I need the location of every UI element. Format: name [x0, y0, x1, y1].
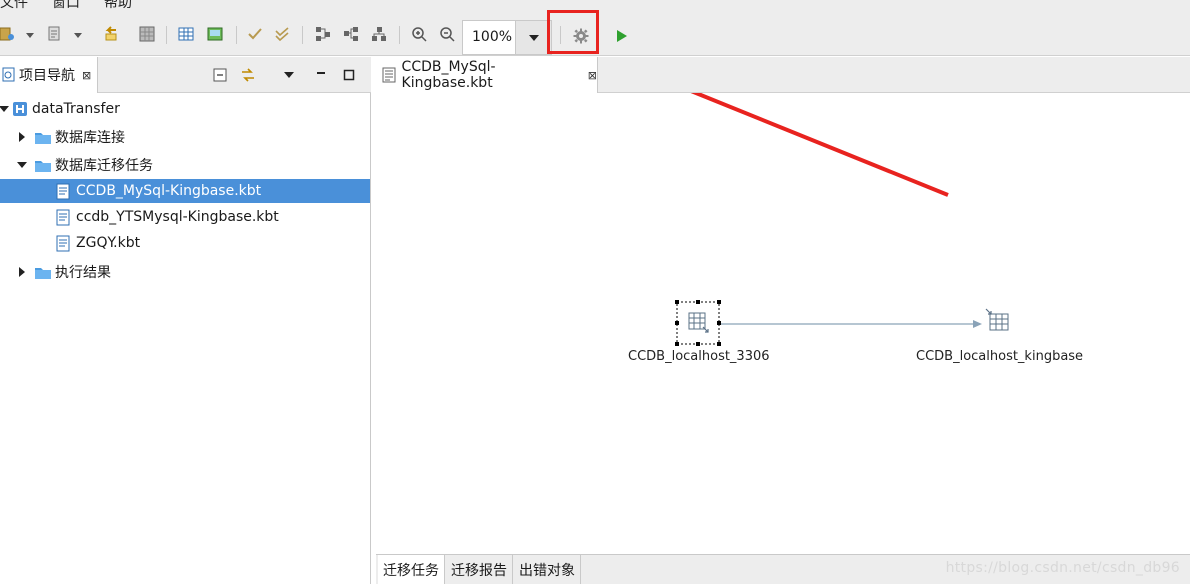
expand-arrow-icon[interactable] — [0, 106, 9, 112]
view-menu-icon[interactable] — [281, 67, 297, 83]
tab-migration-report[interactable]: 迁移报告 — [446, 555, 513, 584]
tab-project-navigator[interactable]: 项目导航 ⊠ — [0, 57, 98, 93]
watermark: https://blog.csdn.net/csdn_db96 — [945, 560, 1180, 576]
navigator-title: 项目导航 — [19, 68, 75, 84]
tree-item-zgqy[interactable]: ZGQY.kbt — [0, 231, 370, 255]
new-task-dropdown-icon[interactable] — [74, 33, 82, 38]
maximize-icon[interactable] — [341, 67, 357, 83]
folder-icon — [35, 161, 51, 172]
expand-arrow-icon[interactable] — [19, 267, 25, 277]
tree-item-datatransfer[interactable]: dataTransfer — [0, 97, 370, 121]
tree-item-label: 执行结果 — [55, 265, 111, 281]
highlight-box — [547, 10, 599, 54]
tree-item-results[interactable]: 执行结果 — [0, 260, 370, 284]
project-navigator-panel: 项目导航 ⊠ dataTransfer 数据库连接 数据库迁移任务 CCDB_M… — [0, 57, 371, 584]
project-icon — [13, 102, 27, 116]
close-icon[interactable]: ⊠ — [588, 69, 597, 82]
run-icon[interactable] — [612, 27, 630, 45]
tree-item-migration-tasks[interactable]: 数据库迁移任务 — [0, 153, 370, 177]
expand-arrow-icon[interactable] — [17, 162, 27, 168]
tree-item-label: 数据库迁移任务 — [55, 158, 153, 174]
tree-item-label: dataTransfer — [32, 101, 120, 117]
layout-left-icon[interactable] — [314, 25, 332, 43]
editor-tab-bar: CCDB_MySql-Kingbase.kbt ⊠ — [376, 57, 1190, 93]
new-connection-icon[interactable] — [0, 25, 16, 43]
image-icon[interactable] — [206, 25, 224, 43]
tab-ccdb-mysql-kingbase[interactable]: CCDB_MySql-Kingbase.kbt ⊠ — [376, 57, 598, 93]
close-icon[interactable]: ⊠ — [82, 69, 91, 82]
new-task-icon[interactable] — [46, 25, 64, 43]
source-node[interactable] — [675, 300, 721, 346]
menu-file[interactable]: 文件 — [0, 0, 34, 12]
editor-tab-label: CCDB_MySql-Kingbase.kbt — [401, 59, 496, 91]
zoom-in-icon[interactable] — [410, 25, 428, 43]
tree-item-label: CCDB_MySql-Kingbase.kbt — [76, 183, 262, 199]
layout-tree-icon[interactable] — [370, 25, 388, 43]
table-icon[interactable] — [177, 25, 195, 43]
navigator-icon — [2, 67, 15, 82]
link-editor-icon[interactable] — [240, 67, 256, 83]
layout-center-icon[interactable] — [342, 25, 360, 43]
tree-item-label: ZGQY.kbt — [76, 235, 141, 251]
target-node-label: CCDB_localhost_kingbase — [916, 349, 1084, 364]
tree-item-ccdb-ytsmysql-kingbase[interactable]: ccdb_YTSMysql-Kingbase.kbt — [0, 205, 370, 229]
file-icon — [56, 209, 70, 225]
folder-icon — [35, 268, 51, 279]
target-node[interactable] — [985, 308, 1009, 331]
tree-item-label: 数据库连接 — [55, 130, 125, 146]
navigator-header: 项目导航 ⊠ — [0, 57, 371, 93]
check-all-icon[interactable] — [273, 25, 291, 43]
file-icon — [56, 183, 70, 199]
new-connection-dropdown-icon[interactable] — [26, 33, 34, 38]
minimize-icon[interactable] — [313, 67, 329, 83]
zoom-level-input[interactable]: 100% — [462, 20, 516, 55]
tab-error-objects[interactable]: 出错对象 — [514, 555, 581, 584]
file-icon — [56, 235, 70, 251]
menu-help[interactable]: 帮助 — [98, 0, 138, 12]
zoom-out-icon[interactable] — [438, 25, 456, 43]
file-icon — [382, 67, 396, 83]
arrow-head-icon — [973, 320, 982, 328]
collapse-all-icon[interactable] — [212, 67, 228, 83]
grid-icon[interactable] — [138, 25, 156, 43]
check-icon[interactable] — [246, 25, 264, 43]
chevron-down-icon — [528, 34, 539, 41]
target-table-icon — [985, 308, 1009, 331]
tree-item-label: ccdb_YTSMysql-Kingbase.kbt — [76, 209, 279, 225]
folder-icon — [35, 133, 51, 144]
app-window: 文件 窗口 帮助 100% 项目导航 ⊠ dataTransfer 数据库连接 … — [0, 0, 1190, 584]
back-icon[interactable] — [102, 25, 120, 43]
annotation-arrow — [690, 93, 949, 197]
tree-item-ccdb-mysql-kingbase[interactable]: CCDB_MySql-Kingbase.kbt — [0, 179, 370, 203]
tree-item-db-connections[interactable]: 数据库连接 — [0, 125, 370, 149]
diagram-canvas[interactable]: CCDB_localhost_3306 CCDB_localhost_kingb… — [376, 93, 1190, 554]
source-node-label: CCDB_localhost_3306 — [628, 349, 770, 364]
expand-arrow-icon[interactable] — [19, 132, 25, 142]
menu-window[interactable]: 窗口 — [46, 0, 86, 12]
source-table-icon — [688, 312, 709, 333]
tab-migration-task[interactable]: 迁移任务 — [378, 555, 445, 584]
